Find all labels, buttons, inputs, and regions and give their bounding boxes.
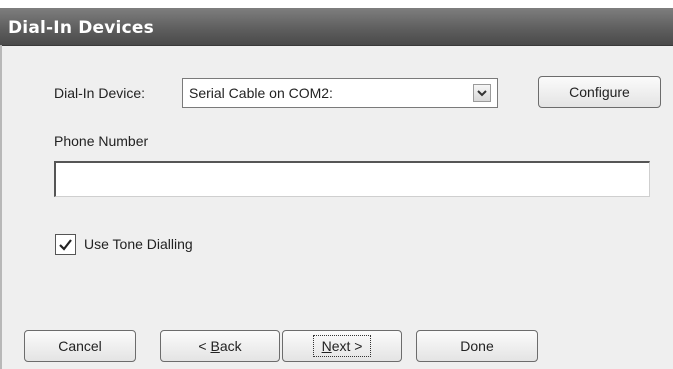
device-select[interactable]: Serial Cable on COM2:	[182, 78, 498, 108]
back-button-label: < Back	[198, 338, 241, 354]
left-edge	[0, 45, 2, 369]
tone-dialling-checkbox[interactable]	[55, 234, 76, 255]
done-button-label: Done	[460, 338, 494, 354]
done-button[interactable]: Done	[416, 330, 538, 362]
device-label: Dial-In Device:	[54, 85, 146, 101]
next-accel: N	[321, 338, 332, 354]
window-title: Dial-In Devices	[8, 18, 154, 38]
back-prefix: <	[198, 338, 211, 354]
chevron-down-icon[interactable]	[473, 84, 491, 102]
back-button[interactable]: < Back	[160, 330, 280, 362]
device-select-value: Serial Cable on COM2:	[189, 85, 333, 101]
configure-button[interactable]: Configure	[538, 76, 661, 108]
phone-number-input[interactable]	[54, 161, 650, 197]
cancel-button-label: Cancel	[58, 338, 102, 354]
chevron-down-glyph	[477, 89, 487, 96]
back-rest: ack	[219, 338, 242, 354]
configure-button-label: Configure	[569, 84, 630, 100]
dial-in-devices-dialog: Dial-In Devices Dial-In Device: Serial C…	[0, 0, 673, 369]
tone-dialling-label: Use Tone Dialling	[84, 236, 193, 252]
title-bar: Dial-In Devices	[0, 8, 673, 46]
next-button[interactable]: Next >	[282, 330, 402, 362]
phone-number-label: Phone Number	[54, 133, 149, 149]
cancel-button[interactable]: Cancel	[24, 330, 136, 362]
next-rest: ext >	[331, 338, 363, 354]
check-icon	[59, 239, 72, 251]
next-button-label: Next >	[312, 335, 372, 357]
back-accel: B	[210, 338, 220, 354]
top-strip	[0, 0, 673, 8]
